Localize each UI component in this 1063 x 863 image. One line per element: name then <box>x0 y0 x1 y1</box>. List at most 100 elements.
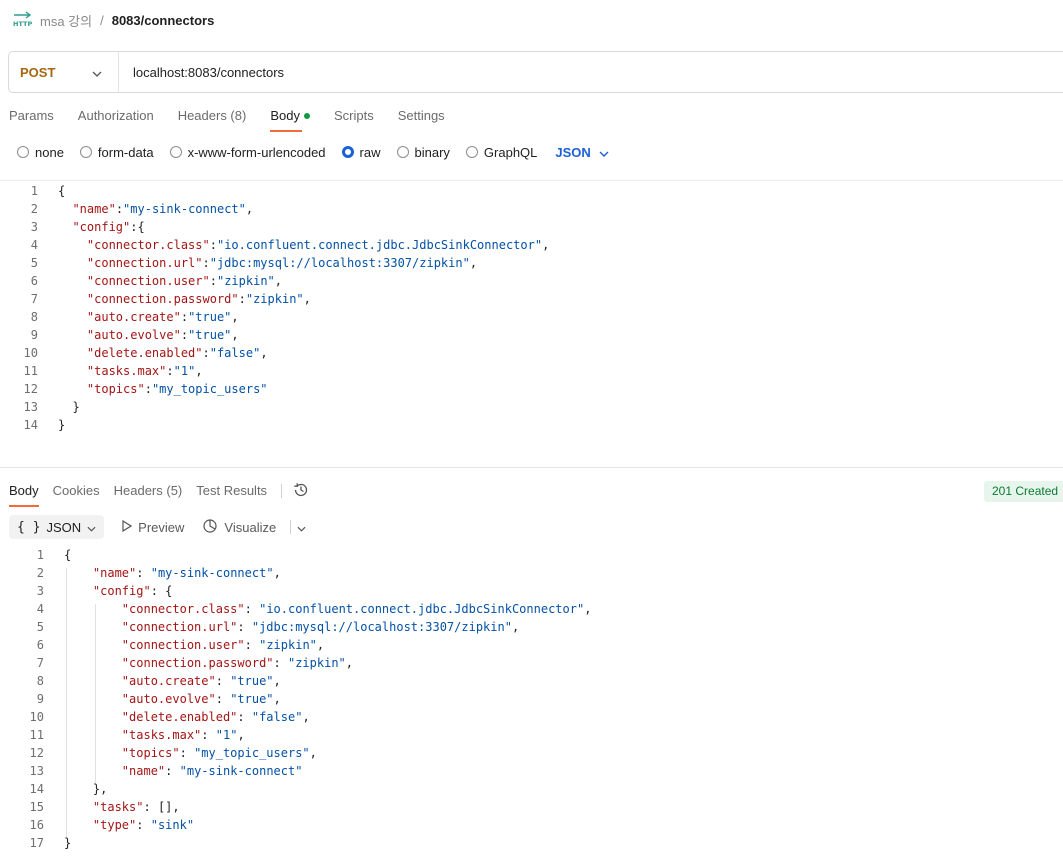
modified-dot-icon <box>303 113 310 119</box>
radio-binary[interactable]: binary <box>396 145 450 160</box>
method-selector[interactable]: POST <box>9 52 119 92</box>
line-number: 14 <box>29 782 44 796</box>
code-text: "connection.url": "jdbc:mysql://localhos… <box>121 620 520 634</box>
chevron-down-icon[interactable] <box>297 520 306 535</box>
radio-form-data[interactable]: form-data <box>79 145 154 160</box>
code-text: "delete.enabled":"false", <box>86 346 268 360</box>
line-number: 1 <box>30 184 38 198</box>
line-number: 1 <box>36 548 44 562</box>
code-text: "connection.user": "zipkin", <box>121 638 325 652</box>
chevron-down-icon <box>92 65 102 80</box>
code-text: "auto.create": "true", <box>121 674 281 688</box>
tab-authorization[interactable]: Authorization <box>78 102 154 130</box>
request-code-line: 9 "auto.evolve":"true", <box>0 326 549 344</box>
tab-headers[interactable]: Headers (8) <box>178 102 247 130</box>
request-code: 1 {2 "name":"my-sink-connect", 3 "config":… <box>0 182 550 434</box>
response-code-line: 17} <box>6 834 591 852</box>
response-code-line: 4 "connector.class": "io.confluent.conne… <box>6 600 592 618</box>
code-text: { <box>58 184 66 198</box>
line-number: 9 <box>36 692 44 706</box>
response-code-line: 10 "delete.enabled": "false", <box>6 708 591 726</box>
line-number: 10 <box>29 710 44 724</box>
radio-circle-icon <box>169 146 182 158</box>
request-code-line: 2 "name":"my-sink-connect", <box>0 200 549 218</box>
code-text: "type": "sink" <box>92 818 195 832</box>
line-number: 12 <box>29 746 44 760</box>
visualize-icon <box>202 518 218 537</box>
chevron-down-icon <box>87 520 96 535</box>
response-code-line: 1{ <box>6 546 591 564</box>
breadcrumb: HTTP msa 강의 / 8083/connectors <box>12 9 214 31</box>
response-code-line: 8 "auto.create": "true", <box>6 672 591 690</box>
request-code-line: 3 "config":{ <box>0 218 549 236</box>
line-number: 10 <box>23 346 38 360</box>
code-text: "config": { <box>92 584 173 598</box>
response-toolbar: { } JSON Preview Visualize <box>9 515 306 539</box>
response-tab-cookies[interactable]: Cookies <box>53 479 100 503</box>
response-code-line: 11 "tasks.max": "1", <box>6 726 591 744</box>
code-text: "connection.password": "zipkin", <box>121 656 354 670</box>
code-text: "name": "my-sink-connect", <box>92 566 281 580</box>
code-text: "tasks": [], <box>92 800 180 814</box>
code-text: "topics": "my_topic_users", <box>121 746 317 760</box>
code-text: "delete.enabled": "false", <box>121 710 310 724</box>
preview-button[interactable]: Preview <box>122 519 184 535</box>
response-code-line: 3 "config": { <box>6 582 591 600</box>
request-name[interactable]: 8083/connectors <box>112 13 215 28</box>
request-code-line: 5 "connection.url":"jdbc:mysql://localho… <box>0 254 549 272</box>
code-text: "auto.create":"true", <box>86 310 239 324</box>
code-text: "connector.class":"io.confluent.connect.… <box>86 238 550 252</box>
line-number: 17 <box>29 836 44 850</box>
response-tab-test-results[interactable]: Test Results <box>196 479 267 503</box>
line-number: 11 <box>29 728 44 742</box>
request-code-line: 6 "connection.user":"zipkin", <box>0 272 549 290</box>
tab-body[interactable]: Body <box>270 102 310 132</box>
breadcrumb-separator: / <box>100 12 104 28</box>
code-text: "connection.password":"zipkin", <box>86 292 311 306</box>
tab-settings[interactable]: Settings <box>398 102 445 130</box>
radio-checked-icon <box>341 146 354 158</box>
line-number: 7 <box>36 656 44 670</box>
line-number: 5 <box>36 620 44 634</box>
response-code-line: 5 "connection.url": "jdbc:mysql://localh… <box>6 618 591 636</box>
response-code-line: 12 "topics": "my_topic_users", <box>6 744 591 762</box>
code-text: "name":"my-sink-connect", <box>72 202 254 216</box>
line-number: 2 <box>36 566 44 580</box>
history-icon[interactable] <box>292 481 310 502</box>
code-text: "auto.evolve":"true", <box>86 328 239 342</box>
radio-circle-icon <box>465 146 478 158</box>
play-icon <box>122 519 133 535</box>
radio-raw[interactable]: raw <box>341 145 381 160</box>
visualize-button[interactable]: Visualize <box>202 518 306 537</box>
line-number: 11 <box>23 364 38 378</box>
request-code-line: 4 "connector.class":"io.confluent.connec… <box>0 236 550 254</box>
radio-graphql[interactable]: GraphQL <box>465 145 537 160</box>
request-code-line: 8 "auto.create":"true", <box>0 308 549 326</box>
response-code-line: 6 "connection.user": "zipkin", <box>6 636 591 654</box>
response-tab-headers[interactable]: Headers (5) <box>114 479 183 503</box>
line-number: 9 <box>30 328 38 342</box>
response-code-line: 9 "auto.evolve": "true", <box>6 690 591 708</box>
line-number: 16 <box>29 818 44 832</box>
radio-urlencoded[interactable]: x-www-form-urlencoded <box>169 145 326 160</box>
code-text: "tasks.max":"1", <box>86 364 203 378</box>
line-number: 12 <box>23 382 38 396</box>
url-input[interactable]: localhost:8083/connectors <box>119 65 284 80</box>
body-type-selector: none form-data x-www-form-urlencoded raw… <box>17 143 609 161</box>
method-label: POST <box>20 64 56 80</box>
response-code-line: 2 "name": "my-sink-connect", <box>6 564 591 582</box>
response-code-line: 13 "name": "my-sink-connect" <box>6 762 591 780</box>
response-format-dropdown[interactable]: { } JSON <box>9 515 105 539</box>
line-number: 3 <box>30 220 38 234</box>
breadcrumb-collection[interactable]: msa 강의 <box>40 11 92 30</box>
body-format-dropdown[interactable]: JSON <box>555 145 609 160</box>
line-number: 14 <box>23 418 38 432</box>
tab-params[interactable]: Params <box>9 102 54 130</box>
request-code-line: 13 } <box>0 398 549 416</box>
response-tab-body[interactable]: Body <box>9 479 39 507</box>
tab-scripts[interactable]: Scripts <box>334 102 374 130</box>
radio-none[interactable]: none <box>17 145 64 160</box>
request-body-editor[interactable]: 1 {2 "name":"my-sink-connect", 3 "config":… <box>0 180 1063 468</box>
code-text: "tasks.max": "1", <box>121 728 245 742</box>
response-body-viewer: 1{2 "name": "my-sink-connect", 3 "config"… <box>6 546 592 852</box>
